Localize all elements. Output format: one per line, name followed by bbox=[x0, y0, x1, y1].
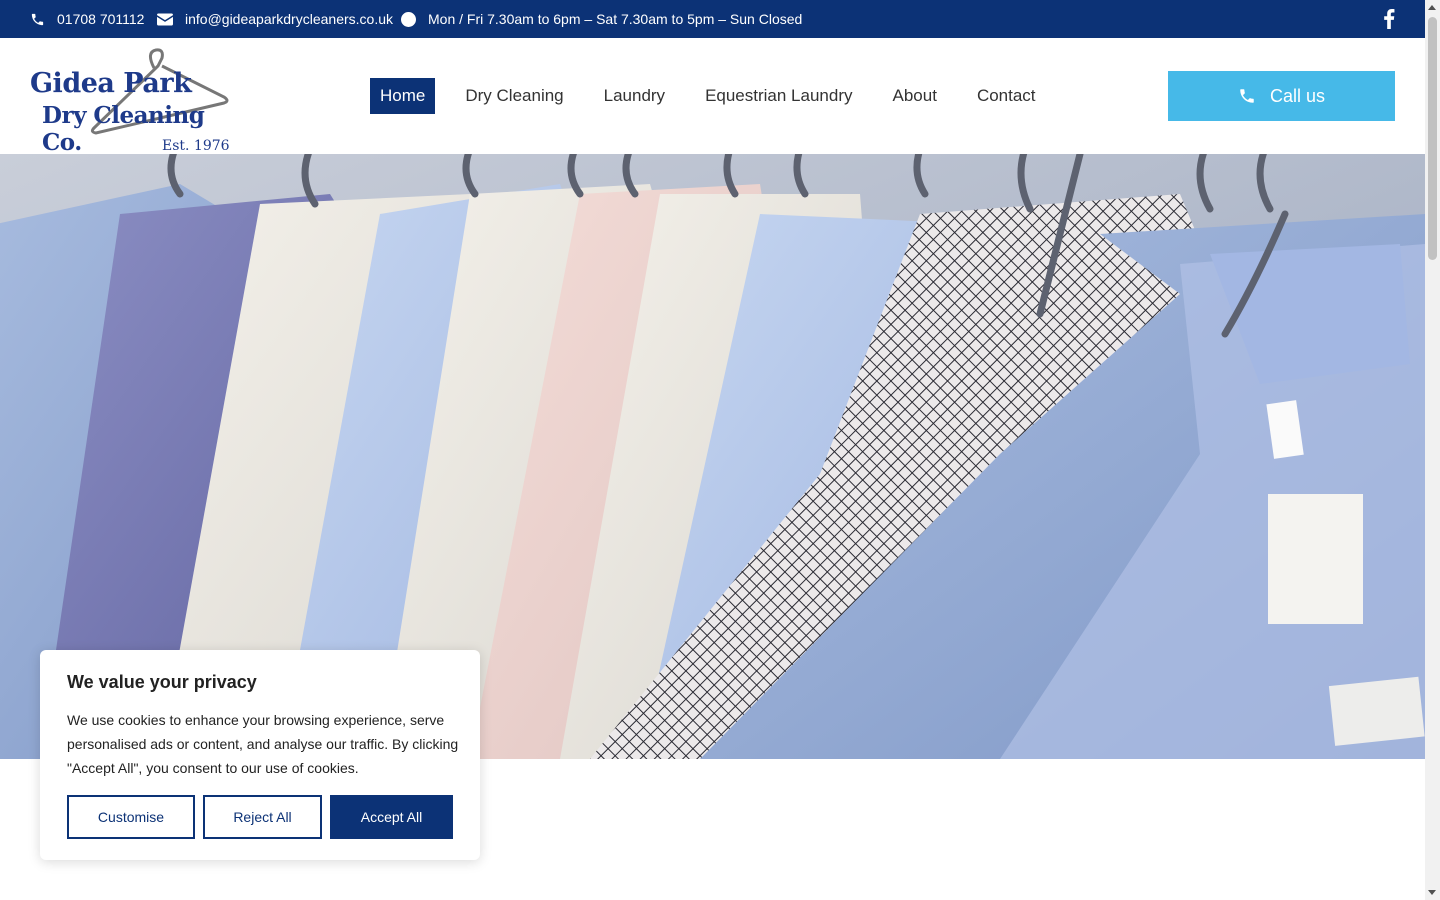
topbar-hours-text: Mon / Fri 7.30am to 6pm – Sat 7.30am to … bbox=[428, 11, 803, 27]
main-nav: Home Dry Cleaning Laundry Equestrian Lau… bbox=[370, 78, 1056, 114]
scrollbar-thumb[interactable] bbox=[1428, 17, 1437, 260]
page-scrollbar[interactable] bbox=[1425, 0, 1440, 900]
nav-home[interactable]: Home bbox=[370, 78, 436, 114]
topbar-hours: Mon / Fri 7.30am to 6pm – Sat 7.30am to … bbox=[401, 0, 802, 38]
cookie-consent-banner: We value your privacy We use cookies to … bbox=[40, 650, 480, 860]
nav-dry-cleaning[interactable]: Dry Cleaning bbox=[455, 78, 573, 114]
nav-laundry[interactable]: Laundry bbox=[594, 78, 675, 114]
cookie-body: We use cookies to enhance your browsing … bbox=[67, 712, 459, 776]
logo-line-1: Gidea Park bbox=[30, 68, 192, 99]
site-logo[interactable]: Gidea Park Dry Cleaning Co. Est. 1976 bbox=[28, 48, 233, 156]
nav-equestrian-laundry[interactable]: Equestrian Laundry bbox=[695, 78, 862, 114]
page: 01708 701112 info@gideaparkdrycleaners.c… bbox=[0, 0, 1425, 900]
accept-all-button[interactable]: Accept All bbox=[330, 795, 453, 839]
nav-about[interactable]: About bbox=[883, 78, 947, 114]
cookie-title: We value your privacy bbox=[67, 672, 257, 692]
logo-line-3: Est. 1976 bbox=[162, 138, 230, 154]
customise-button[interactable]: Customise bbox=[67, 795, 195, 839]
reject-all-button[interactable]: Reject All bbox=[203, 795, 322, 839]
scroll-up-arrow[interactable] bbox=[1428, 5, 1436, 10]
call-us-label: Call us bbox=[1269, 85, 1326, 106]
nav-contact[interactable]: Contact bbox=[967, 78, 1046, 114]
call-us-button[interactable]: Call us bbox=[1168, 71, 1395, 121]
topbar-phone[interactable]: 01708 701112 bbox=[30, 0, 144, 38]
site-header: Gidea Park Dry Cleaning Co. Est. 1976 Ho… bbox=[0, 38, 1425, 156]
top-bar: 01708 701112 info@gideaparkdrycleaners.c… bbox=[0, 0, 1425, 38]
clock-icon bbox=[401, 11, 416, 27]
facebook-icon[interactable] bbox=[1383, 9, 1395, 29]
scroll-down-arrow[interactable] bbox=[1428, 890, 1436, 895]
topbar-email-text: info@gideaparkdrycleaners.co.uk bbox=[185, 11, 393, 27]
topbar-phone-text: 01708 701112 bbox=[57, 11, 145, 27]
topbar-email[interactable]: info@gideaparkdrycleaners.co.uk bbox=[157, 0, 393, 38]
envelope-icon bbox=[157, 13, 173, 25]
phone-icon bbox=[1240, 89, 1254, 103]
phone-icon bbox=[31, 13, 44, 25]
